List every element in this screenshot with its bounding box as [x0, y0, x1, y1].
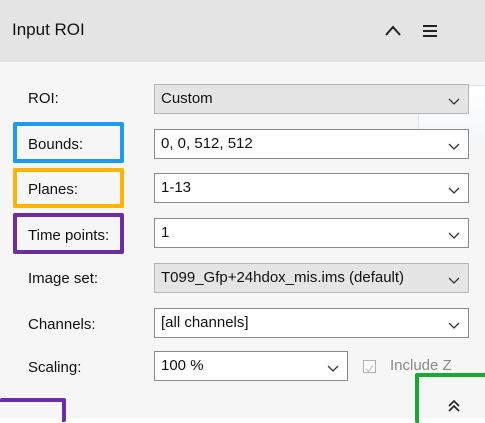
input-roi-panel: Input ROI ROI: Custom Bounds: 0, 0, 512,… — [0, 0, 485, 423]
chevron-down-icon — [448, 183, 460, 194]
imageset-label: Image set: — [28, 270, 99, 287]
highlight-box-blue — [13, 122, 124, 163]
imageset-value: T099_Gfp+24hdox_mis.ims (default) — [161, 269, 405, 286]
channels-label: Channels: — [28, 316, 96, 333]
scaling-label: Scaling: — [28, 359, 82, 376]
scaling-combo[interactable]: 100 % — [154, 351, 348, 381]
chevron-down-icon — [327, 361, 339, 372]
channels-combo[interactable]: [all channels] — [154, 308, 469, 338]
channels-value: [all channels] — [161, 314, 249, 331]
chevron-down-icon — [448, 139, 460, 150]
panel-header: Input ROI — [0, 0, 485, 63]
hamburger-menu-icon[interactable] — [420, 21, 442, 41]
highlight-box-orange — [13, 168, 124, 208]
chevron-down-icon — [448, 228, 460, 239]
highlight-box-purple-partial — [0, 398, 66, 422]
planes-value: 1-13 — [161, 179, 192, 196]
double-chevron-up-icon[interactable] — [446, 398, 462, 414]
chevron-up-icon[interactable] — [382, 20, 404, 42]
roi-label: ROI: — [28, 90, 59, 107]
chevron-down-icon — [448, 94, 460, 105]
imageset-select[interactable]: T099_Gfp+24hdox_mis.ims (default) — [154, 263, 469, 293]
bounds-value: 0, 0, 512, 512 — [161, 135, 253, 152]
highlight-box-purple — [13, 213, 124, 254]
planes-combo[interactable]: 1-13 — [154, 173, 469, 203]
chevron-down-icon — [448, 318, 460, 329]
timepoints-value: 1 — [161, 224, 170, 241]
bounds-combo[interactable]: 0, 0, 512, 512 — [154, 129, 469, 159]
include-z-label: Include Z — [390, 357, 452, 374]
roi-value: Custom — [161, 90, 213, 107]
chevron-down-icon — [448, 273, 460, 284]
roi-select[interactable]: Custom — [154, 84, 469, 114]
panel-title: Input ROI — [12, 20, 85, 39]
include-z-checkbox[interactable] — [363, 360, 376, 373]
timepoints-combo[interactable]: 1 — [154, 218, 469, 248]
scaling-value: 100 % — [161, 357, 204, 374]
